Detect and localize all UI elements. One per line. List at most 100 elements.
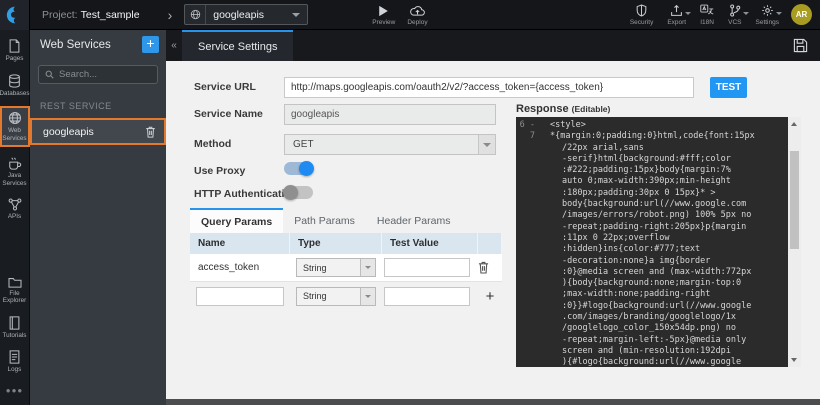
tab-header-params[interactable]: Header Params <box>366 208 462 233</box>
service-name-label: Service Name <box>194 108 263 120</box>
wavemaker-logo-icon <box>5 5 25 25</box>
branch-icon <box>729 3 741 17</box>
service-url-label: Service URL <box>194 81 256 93</box>
shield-icon <box>636 3 647 17</box>
params-tabs: Query Params Path Params Header Params <box>190 208 461 233</box>
sidebar-item-logs[interactable]: Logs <box>0 348 30 376</box>
service-selector-dropdown[interactable]: googleapis <box>184 4 308 25</box>
service-url-input[interactable] <box>284 77 694 98</box>
delete-param-trash-icon[interactable] <box>478 261 489 274</box>
editor-scrollbar[interactable] <box>788 117 801 367</box>
tab-service-settings[interactable]: Service Settings <box>182 30 293 61</box>
panel-header: Web Services + <box>30 30 166 59</box>
service-selector-value: googleapis <box>206 9 292 21</box>
export-icon <box>670 3 683 17</box>
chevron-down-icon <box>360 259 375 276</box>
new-param-name-input[interactable] <box>196 287 284 306</box>
breadcrumb-chevron-icon: › <box>168 8 173 22</box>
document-lines-icon <box>8 350 21 364</box>
main-area: « Service Settings Service URL TEST Serv… <box>166 30 820 405</box>
response-label: Response (Editable) <box>516 103 610 115</box>
method-select[interactable]: GET <box>284 134 496 155</box>
preview-button[interactable]: Preview <box>372 3 395 26</box>
settings-button[interactable]: Settings <box>756 3 780 26</box>
scrollbar-thumb[interactable] <box>790 151 799 249</box>
response-editable-note: (Editable) <box>572 104 611 114</box>
query-params-table: Name Type Test Value access_token String <box>190 233 502 310</box>
sidebar-item-tutorials[interactable]: Tutorials <box>0 314 30 342</box>
database-icon <box>8 74 21 88</box>
sidebar-item-java-services[interactable]: Java Services <box>0 154 30 189</box>
save-floppy-icon <box>793 38 808 53</box>
rest-service-section-label: REST SERVICE <box>40 101 166 111</box>
use-proxy-label: Use Proxy <box>194 165 245 177</box>
nodes-icon <box>8 198 22 211</box>
service-settings-form: Service URL TEST Service Name Method GET… <box>166 61 820 405</box>
chevron-down-icon <box>292 13 300 17</box>
http-authentication-toggle[interactable] <box>284 186 313 199</box>
user-avatar[interactable]: AR <box>791 4 812 25</box>
table-row: access_token String <box>190 254 502 282</box>
response-code-editor[interactable]: 6 -<style>7*{margin:0;padding:0}html,cod… <box>516 117 788 367</box>
chevron-down-icon <box>743 12 749 15</box>
param-test-value-input[interactable] <box>384 258 470 277</box>
globe-icon <box>8 111 22 125</box>
method-label: Method <box>194 138 231 150</box>
play-icon <box>378 3 389 17</box>
param-type-select[interactable]: String <box>296 258 376 277</box>
sidebar-item-file-explorer[interactable]: File Explorer <box>0 274 30 307</box>
top-bar: Project:Test_sample › googleapis Preview… <box>0 0 820 30</box>
http-authentication-label: HTTP Authentication <box>194 188 297 200</box>
new-param-type-select[interactable]: String <box>296 287 376 306</box>
collapse-panel-button[interactable]: « <box>166 30 182 61</box>
sidebar-item-pages[interactable]: Pages <box>0 37 30 65</box>
web-services-panel: Web Services + REST SERVICE googleapis <box>30 30 166 405</box>
scroll-up-arrow-icon[interactable] <box>791 122 797 126</box>
test-button[interactable]: TEST <box>710 77 747 98</box>
search-input[interactable] <box>59 69 151 80</box>
project-name: Test_sample <box>81 9 140 21</box>
page-icon <box>8 39 21 53</box>
search-icon <box>45 70 54 79</box>
deploy-button[interactable]: Deploy <box>407 3 427 26</box>
trash-icon[interactable] <box>145 126 156 138</box>
tab-path-params[interactable]: Path Params <box>283 208 366 233</box>
vcs-button[interactable]: VCS <box>728 3 741 26</box>
security-button[interactable]: Export Security <box>630 3 653 26</box>
sidebar-item-apis[interactable]: APIs <box>0 196 30 223</box>
column-header-name: Name <box>190 233 290 254</box>
i18n-button[interactable]: I18N <box>700 3 714 26</box>
tab-bar: « Service Settings <box>166 30 820 61</box>
table-header-row: Name Type Test Value <box>190 233 502 254</box>
save-button[interactable] <box>793 38 808 53</box>
code-lines: 6 -<style>7*{margin:0;padding:0}html,cod… <box>516 120 788 367</box>
service-list-item-googleapis[interactable]: googleapis <box>30 118 166 145</box>
run-actions: Preview Deploy <box>372 3 427 26</box>
service-search[interactable] <box>38 65 158 84</box>
bottom-strip <box>166 399 820 405</box>
tab-query-params[interactable]: Query Params <box>190 208 283 233</box>
gear-icon <box>761 3 774 17</box>
sidebar-item-databases[interactable]: Databases <box>0 72 30 100</box>
column-header-type: Type <box>290 233 382 254</box>
coffee-cup-icon <box>8 156 22 170</box>
column-header-test-value: Test Value <box>382 233 478 254</box>
chevron-down-icon <box>478 135 495 154</box>
add-param-button[interactable]: + <box>486 288 495 305</box>
globe-icon <box>185 5 206 24</box>
new-param-test-value-input[interactable] <box>384 287 470 306</box>
topbar-tools: Export Security Export I18N <box>630 3 779 26</box>
translate-icon <box>700 3 714 17</box>
scroll-down-arrow-icon[interactable] <box>791 358 797 362</box>
cloud-upload-icon <box>410 3 425 17</box>
add-service-button[interactable]: + <box>142 36 159 53</box>
sidebar-item-web-services[interactable]: Web Services <box>0 106 30 147</box>
project-breadcrumb: Project:Test_sample <box>42 9 140 21</box>
app-logo[interactable] <box>0 0 30 30</box>
use-proxy-toggle[interactable] <box>284 162 313 175</box>
export-button[interactable]: Export <box>667 3 686 26</box>
chevron-down-icon <box>360 288 375 305</box>
more-options-icon[interactable]: ●●● <box>6 386 24 395</box>
chevron-down-icon <box>776 12 782 15</box>
method-value: GET <box>293 139 314 150</box>
